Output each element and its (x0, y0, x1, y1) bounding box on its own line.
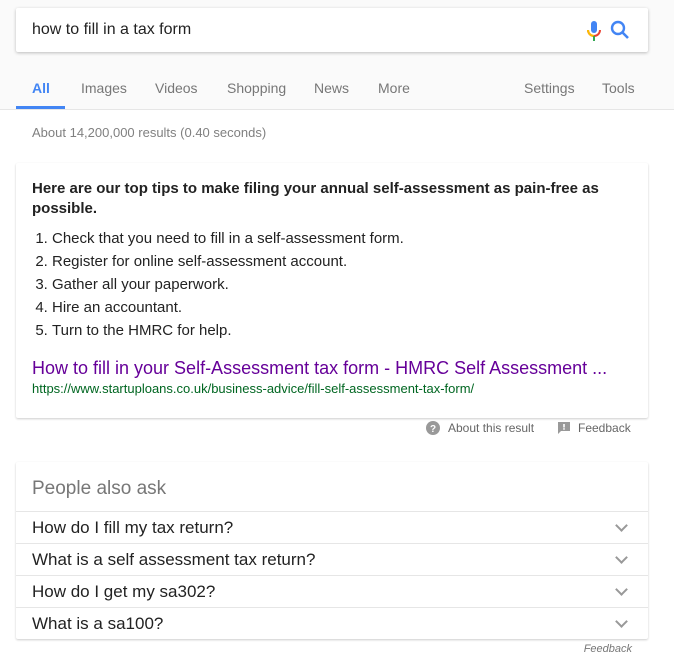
list-item: Gather all your paperwork. (52, 273, 632, 296)
question-text: How do I get my sa302? (32, 581, 216, 601)
question-text: What is a self assessment tax return? (32, 549, 316, 569)
featured-snippet: Here are our top tips to make filing you… (16, 163, 648, 418)
search-input[interactable]: how to fill in a tax form (32, 21, 191, 39)
paa-question[interactable]: What is a self assessment tax return? (16, 543, 648, 575)
paa-question[interactable]: How do I get my sa302? (16, 575, 648, 607)
question-text: How do I fill my tax return? (32, 517, 234, 537)
about-this-result[interactable]: ? About this result (426, 421, 534, 435)
paa-question[interactable]: What is a sa100? (16, 607, 648, 639)
paa-title: People also ask (32, 478, 167, 499)
feedback-button[interactable]: Feedback (558, 421, 631, 435)
paa-feedback-link[interactable]: Feedback (584, 643, 632, 655)
tab-news[interactable]: News (314, 80, 349, 96)
list-item: Check that you need to fill in a self-as… (52, 227, 632, 250)
chevron-down-icon (615, 550, 628, 564)
chevron-down-icon (615, 518, 628, 532)
result-link[interactable]: How to fill in your Self-Assessment tax … (32, 358, 632, 379)
list-item: Turn to the HMRC for help. (52, 319, 632, 342)
snippet-list: Check that you need to fill in a self-as… (32, 227, 632, 342)
people-also-ask: People also ask How do I fill my tax ret… (16, 462, 648, 639)
active-tab-indicator (16, 106, 65, 109)
question-text: What is a sa100? (32, 613, 164, 633)
search-icon[interactable] (610, 20, 630, 40)
mic-icon[interactable] (586, 20, 602, 42)
search-box[interactable]: how to fill in a tax form (16, 8, 648, 52)
list-item: Hire an accountant. (52, 296, 632, 319)
chevron-down-icon (615, 614, 628, 628)
feedback-label: Feedback (578, 421, 631, 435)
paa-question[interactable]: How do I fill my tax return? (16, 511, 648, 543)
svg-text:?: ? (430, 424, 436, 435)
help-icon: ? (426, 421, 440, 435)
tools-link[interactable]: Tools (602, 80, 635, 96)
settings-link[interactable]: Settings (524, 80, 575, 96)
header: how to fill in a tax form All Images Vid… (0, 0, 674, 110)
tab-more[interactable]: More (378, 80, 410, 96)
feedback-icon (558, 422, 570, 434)
chevron-down-icon (615, 582, 628, 596)
list-item: Register for online self-assessment acco… (52, 250, 632, 273)
tab-images[interactable]: Images (81, 80, 127, 96)
tab-shopping[interactable]: Shopping (227, 80, 286, 96)
tab-videos[interactable]: Videos (155, 80, 198, 96)
result-stats: About 14,200,000 results (0.40 seconds) (32, 125, 267, 140)
snippet-heading: Here are our top tips to make filing you… (32, 180, 599, 217)
about-label: About this result (448, 421, 535, 435)
tab-all[interactable]: All (32, 80, 50, 96)
result-url: https://www.startuploans.co.uk/business-… (32, 381, 475, 396)
